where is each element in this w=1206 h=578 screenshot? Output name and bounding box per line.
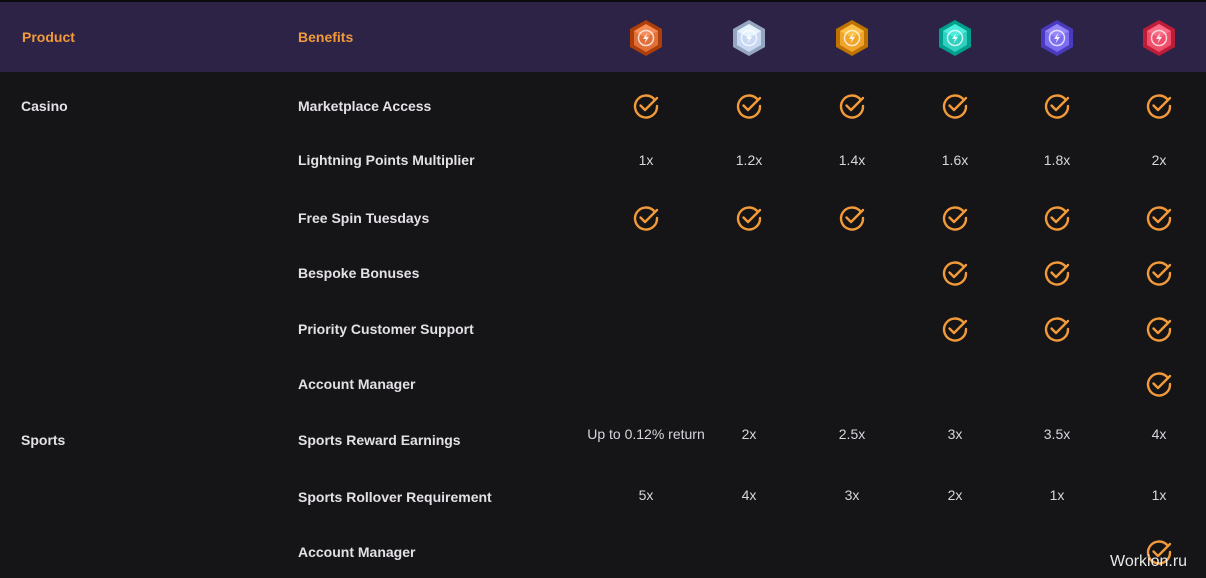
table-row: Priority Customer Support: [0, 317, 1206, 342]
benefit-label-lightning-points-multiplier: Lightning Points Multiplier: [298, 152, 475, 168]
table-row: Sports Sports Reward Earnings Up to 0.12% …: [0, 426, 1206, 448]
check-circle-icon: [1043, 259, 1071, 287]
check-circle-icon: [941, 92, 969, 120]
check-circle-icon: [941, 315, 969, 343]
table-row: Free Spin Tuesdays: [0, 206, 1206, 231]
cell-value: 1x: [638, 152, 654, 168]
cell-value: 4x: [741, 487, 757, 503]
cell-value: 1x: [1151, 487, 1167, 503]
silver-gem-icon: [731, 19, 767, 57]
product-label-sports: Sports: [21, 432, 66, 448]
check-circle-icon: [632, 204, 660, 232]
watermark: Workion.ru: [1110, 553, 1188, 570]
table-row: Casino Marketplace Access: [0, 94, 1206, 119]
check-circle-icon: [838, 204, 866, 232]
check-circle-icon: [1145, 259, 1173, 287]
benefit-label-account-manager: Account Manager: [298, 544, 416, 560]
benefit-label-sports-rollover-requirement: Sports Rollover Requirement: [298, 489, 492, 505]
diamond-gem-icon: [1039, 19, 1075, 57]
table-row: Account Manager: [0, 540, 1206, 565]
cell-value: 3x: [844, 487, 860, 503]
check-circle-icon: [838, 92, 866, 120]
check-circle-icon: [1145, 370, 1173, 398]
cell-value: 5x: [638, 487, 654, 503]
cell-value: 2x: [741, 426, 757, 442]
check-circle-icon: [1145, 204, 1173, 232]
benefit-label-account-manager: Account Manager: [298, 376, 416, 392]
cell-value: 2.5x: [838, 426, 866, 442]
table-row: Account Manager: [0, 372, 1206, 397]
check-circle-icon: [941, 204, 969, 232]
benefits-column-header: Benefits: [298, 29, 354, 45]
benefit-label-bespoke-bonuses: Bespoke Bonuses: [298, 265, 420, 281]
benefit-label-marketplace-access: Marketplace Access: [298, 98, 432, 114]
check-circle-icon: [941, 259, 969, 287]
table-row: Bespoke Bonuses: [0, 261, 1206, 286]
check-circle-icon: [1145, 92, 1173, 120]
benefit-label-sports-reward-earnings: Sports Reward Earnings: [298, 432, 461, 448]
cell-value: 4x: [1151, 426, 1167, 442]
table-row: Sports Rollover Requirement 5x 4x 3x 2x 1x 1x: [0, 487, 1206, 505]
check-circle-icon: [1043, 204, 1071, 232]
ruby-gem-icon: [1141, 19, 1177, 57]
bronze-gem-icon: [628, 19, 664, 57]
cell-value: 2x: [1151, 152, 1167, 168]
check-circle-icon: [632, 92, 660, 120]
table-header: Product Benefits: [0, 2, 1206, 72]
product-column-header: Product: [22, 29, 75, 45]
cell-value: 1.2x: [735, 152, 763, 168]
check-circle-icon: [1043, 92, 1071, 120]
check-circle-icon: [735, 204, 763, 232]
check-circle-icon: [1043, 315, 1071, 343]
table-row: Lightning Points Multiplier 1x 1.2x 1.4x 1.6…: [0, 152, 1206, 168]
benefit-label-priority-customer-support: Priority Customer Support: [298, 321, 474, 337]
check-circle-icon: [735, 92, 763, 120]
check-circle-icon: [1145, 315, 1173, 343]
platinum-gem-icon: [937, 19, 973, 57]
gold-gem-icon: [834, 19, 870, 57]
product-label-casino: Casino: [21, 98, 68, 114]
cell-value: 1.4x: [838, 152, 866, 168]
benefit-label-free-spin-tuesdays: Free Spin Tuesdays: [298, 210, 430, 226]
